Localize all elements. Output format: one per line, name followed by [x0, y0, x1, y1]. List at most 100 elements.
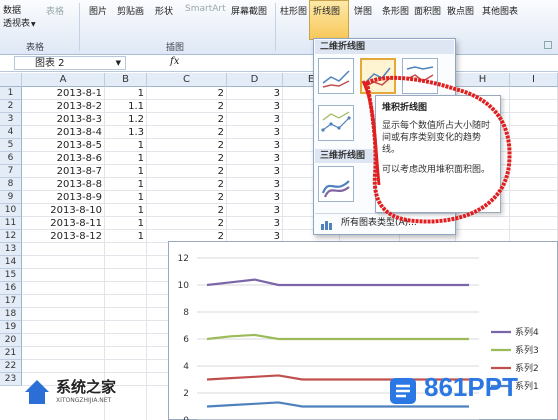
dialog-launcher-icon[interactable] — [544, 41, 552, 49]
stacked-line-chart-option[interactable] — [360, 58, 396, 94]
row-header[interactable]: 2 — [0, 100, 22, 113]
row-header[interactable]: 5 — [0, 139, 22, 152]
column-header[interactable]: I — [510, 73, 558, 87]
row-header[interactable]: 23 — [0, 373, 22, 386]
row-header[interactable]: 16 — [0, 282, 22, 295]
column-header[interactable]: B — [105, 73, 147, 87]
table-cell[interactable]: 3 — [227, 152, 283, 165]
table-cell[interactable]: 2 — [147, 87, 227, 100]
table-cell[interactable]: 1 — [105, 191, 147, 204]
table-cell[interactable]: 1.3 — [105, 126, 147, 139]
picture-button[interactable]: 图片 — [89, 4, 107, 17]
table-cell[interactable]: 3 — [227, 126, 283, 139]
table-cell[interactable]: 2 — [147, 178, 227, 191]
table-cell[interactable]: 2013-8-8 — [22, 178, 105, 191]
table-cell[interactable]: 2 — [147, 204, 227, 217]
row-header[interactable]: 17 — [0, 295, 22, 308]
table-cell[interactable]: 1 — [105, 230, 147, 243]
column-header[interactable]: H — [456, 73, 510, 87]
row-header[interactable]: 10 — [0, 204, 22, 217]
table-cell[interactable]: 2 — [147, 191, 227, 204]
row-header[interactable]: 6 — [0, 152, 22, 165]
row-header[interactable]: 12 — [0, 230, 22, 243]
line-chart-option[interactable] — [318, 58, 354, 94]
screenshot-button[interactable]: 屏幕截图 — [231, 4, 267, 17]
table-cell[interactable]: 2013-8-1 — [22, 87, 105, 100]
table-cell[interactable]: 1.1 — [105, 100, 147, 113]
pie-chart-button[interactable]: 饼图 — [354, 4, 372, 17]
table-cell[interactable]: 2013-8-11 — [22, 217, 105, 230]
row-header[interactable]: 19 — [0, 321, 22, 334]
table-cell[interactable]: 1 — [105, 165, 147, 178]
table-cell[interactable]: 2 — [147, 165, 227, 178]
row-header[interactable]: 3 — [0, 113, 22, 126]
table-cell[interactable]: 1 — [105, 178, 147, 191]
row-header[interactable]: 22 — [0, 360, 22, 373]
row-header[interactable]: 11 — [0, 217, 22, 230]
table-cell[interactable]: 1 — [105, 204, 147, 217]
function-icon[interactable]: fx — [170, 56, 179, 67]
table-cell[interactable]: 2013-8-5 — [22, 139, 105, 152]
table-cell[interactable]: 3 — [227, 204, 283, 217]
table-cell[interactable]: 3 — [227, 100, 283, 113]
table-cell[interactable]: 2 — [147, 126, 227, 139]
table-cell[interactable]: 2013-8-2 — [22, 100, 105, 113]
table-cell[interactable]: 1.2 — [105, 113, 147, 126]
row-header[interactable]: 14 — [0, 256, 22, 269]
table-cell[interactable]: 2013-8-7 — [22, 165, 105, 178]
table-cell[interactable]: 2013-8-4 — [22, 126, 105, 139]
shapes-button[interactable]: 形状 — [155, 4, 173, 17]
table-cell[interactable]: 1 — [105, 87, 147, 100]
select-all-corner[interactable] — [0, 73, 22, 87]
line-with-markers-option[interactable] — [318, 105, 354, 141]
row-header[interactable]: 4 — [0, 126, 22, 139]
column-header[interactable]: D — [227, 73, 283, 87]
table-cell[interactable]: 3 — [227, 191, 283, 204]
row-header[interactable]: 7 — [0, 165, 22, 178]
table-cell[interactable]: 2013-8-3 — [22, 113, 105, 126]
scatter-chart-button[interactable]: 散点图 — [447, 4, 474, 17]
chevron-down-icon[interactable]: ▼ — [116, 57, 121, 70]
table-cell[interactable]: 2 — [147, 100, 227, 113]
row-header[interactable]: 15 — [0, 269, 22, 282]
table-button[interactable]: 表格 — [46, 4, 64, 17]
table-cell[interactable]: 3 — [227, 139, 283, 152]
table-cell[interactable]: 1 — [105, 217, 147, 230]
row-header[interactable]: 13 — [0, 243, 22, 256]
row-header[interactable]: 9 — [0, 191, 22, 204]
table-cell[interactable]: 1 — [105, 139, 147, 152]
all-chart-types-link[interactable]: 所有图表类型(A)... — [315, 213, 454, 233]
clipart-button[interactable]: 剪贴画 — [117, 4, 144, 17]
table-cell[interactable]: 3 — [227, 113, 283, 126]
table-cell[interactable]: 1 — [105, 152, 147, 165]
series-line[interactable] — [206, 278, 469, 287]
table-cell[interactable]: 3 — [227, 217, 283, 230]
table-cell[interactable]: 2 — [147, 152, 227, 165]
table-cell[interactable]: 2 — [147, 113, 227, 126]
table-cell[interactable]: 2013-8-9 — [22, 191, 105, 204]
table-cell[interactable]: 2013-8-6 — [22, 152, 105, 165]
pivot-table-button[interactable]: 数据 透视表▼ — [3, 3, 36, 29]
other-charts-button[interactable]: 其他图表 — [482, 4, 518, 17]
column-chart-button[interactable]: 柱形图 — [280, 4, 307, 17]
table-cell[interactable]: 2013-8-12 — [22, 230, 105, 243]
table-cell[interactable]: 2 — [147, 139, 227, 152]
table-cell[interactable]: 2013-8-10 — [22, 204, 105, 217]
row-header[interactable]: 21 — [0, 347, 22, 360]
table-cell[interactable]: 2 — [147, 217, 227, 230]
row-header[interactable]: 20 — [0, 334, 22, 347]
name-box[interactable]: 图表 2 ▼ — [14, 56, 126, 70]
table-cell[interactable]: 3 — [227, 165, 283, 178]
column-header[interactable]: A — [22, 73, 105, 87]
table-cell[interactable]: 3 — [227, 178, 283, 191]
series-line[interactable] — [206, 333, 469, 341]
row-header[interactable]: 18 — [0, 308, 22, 321]
row-header[interactable]: 8 — [0, 178, 22, 191]
line-chart-button[interactable]: 折线图 — [313, 4, 340, 17]
table-cell[interactable]: 3 — [227, 87, 283, 100]
percent-stacked-line-chart-option[interactable] — [402, 58, 438, 94]
bar-chart-button[interactable]: 条形图 — [382, 4, 409, 17]
smartart-button[interactable]: SmartArt — [185, 4, 226, 14]
area-chart-button[interactable]: 面积图 — [414, 4, 441, 17]
column-header[interactable]: C — [147, 73, 227, 87]
